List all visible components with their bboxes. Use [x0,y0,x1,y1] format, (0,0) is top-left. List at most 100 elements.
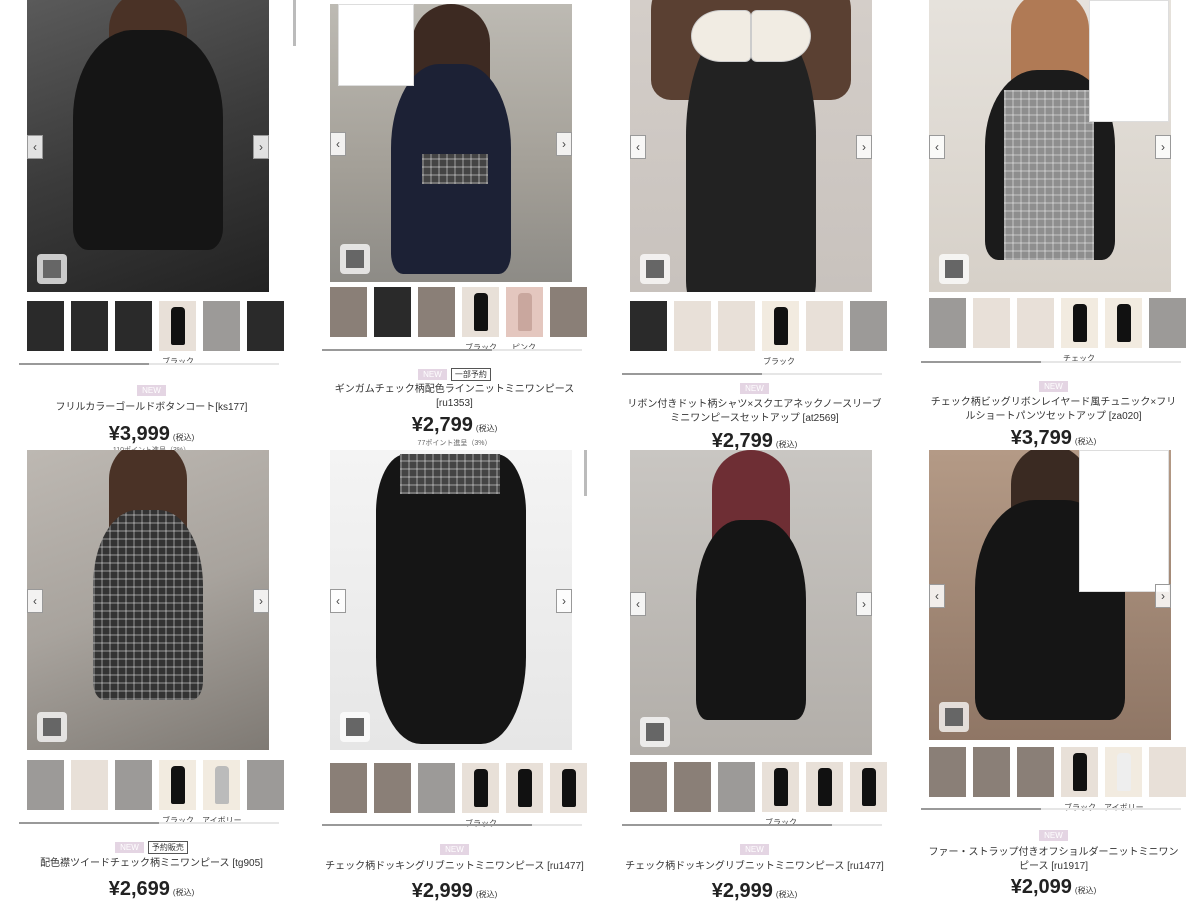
product-image[interactable]: ‹ › [330,450,572,750]
product-image[interactable]: ‹ › [630,0,872,292]
chevron-right-icon[interactable]: › [856,591,872,616]
thumbnail[interactable] [1061,747,1098,797]
thumbnail[interactable] [674,301,711,351]
product-name[interactable]: チェック柄ドッキングリブニットミニワンピース [ru1477] [322,860,587,874]
thumbnail-scrollbar[interactable] [322,349,582,351]
grid-icon[interactable] [640,254,670,284]
chevron-right-icon[interactable]: › [253,589,269,613]
thumbnail[interactable] [115,301,152,351]
grid-icon[interactable] [37,254,67,284]
product-image[interactable]: ‹ › [27,0,269,292]
thumbnail-strip[interactable]: チェック [921,298,1186,368]
thumbnail-strip[interactable]: ブラック アイボリー [921,747,1186,817]
thumbnail-strip[interactable]: ブラック ピンク [322,287,587,357]
thumbnail[interactable] [806,762,843,812]
product-image[interactable]: ‹ › [630,450,872,755]
thumbnail[interactable] [247,301,284,351]
chevron-left-icon[interactable]: ‹ [630,591,646,616]
chevron-right-icon[interactable]: › [556,132,572,156]
product-image[interactable]: ‹ › [27,450,269,750]
thumbnail[interactable] [718,301,755,351]
product-name[interactable]: ギンガムチェック柄配色ラインニットミニワンピース [ru1353] [332,383,577,411]
thumbnail[interactable] [973,298,1010,348]
thumbnail[interactable] [973,747,1010,797]
product-image[interactable]: ‹ › [929,450,1171,740]
product-card[interactable]: ‹ › ブラック NEW フリルカラーゴールドボタンコート[ks177] ¥3,… [19,0,296,454]
chevron-left-icon[interactable]: ‹ [330,132,346,156]
chevron-left-icon[interactable]: ‹ [929,584,945,608]
thumbnail[interactable] [850,301,887,351]
thumbnail[interactable] [115,760,152,810]
product-name[interactable]: ファー・ストラップ付きオフショルダーニットミニワンピース [ru1917] [926,846,1181,874]
thumbnail[interactable] [929,298,966,348]
thumbnail[interactable] [27,301,64,351]
thumbnail-scrollbar[interactable] [921,361,1181,363]
product-image[interactable]: ‹ › [929,0,1171,292]
thumbnail[interactable] [418,287,455,337]
thumbnail[interactable] [418,763,455,813]
scrollbar[interactable] [293,0,296,46]
thumbnail[interactable] [374,763,411,813]
product-name[interactable]: リボン付きドット柄シャツ×スクエアネックノースリーブミニワンピースセットアップ … [627,398,882,426]
grid-icon[interactable] [939,702,969,732]
thumbnail[interactable] [850,762,887,812]
thumbnail[interactable] [27,760,64,810]
thumbnail[interactable] [806,301,843,351]
product-name[interactable]: チェック柄ドッキングリブニットミニワンピース [ru1477] [622,860,887,874]
grid-icon[interactable] [640,717,670,747]
chevron-left-icon[interactable]: ‹ [330,589,346,613]
thumbnail[interactable] [330,763,367,813]
thumbnail[interactable] [330,287,367,337]
thumbnail-scrollbar[interactable] [19,363,279,365]
thumbnail[interactable] [1061,298,1098,348]
chevron-right-icon[interactable]: › [556,589,572,613]
scrollbar[interactable] [584,450,587,496]
product-name[interactable]: 配色襟ツイードチェック柄ミニワンピース [tg905] [19,857,284,871]
thumbnail[interactable] [374,287,411,337]
product-card[interactable]: ‹ › チェック NEW チェック柄ビッグリボンレイヤード風チュニック×フリルシ… [921,0,1186,450]
thumbnail[interactable] [718,762,755,812]
thumbnail[interactable] [159,301,196,351]
thumbnail[interactable] [506,763,543,813]
product-card[interactable]: ‹ › ブラック NEW チェック柄ドッキングリブニットミニワンピース [ru1… [622,450,887,902]
thumbnail[interactable] [762,762,799,812]
thumbnail[interactable] [247,760,284,810]
thumbnail-strip[interactable]: ブラック [622,762,887,832]
thumbnail[interactable] [462,763,499,813]
chevron-right-icon[interactable]: › [1155,584,1171,608]
thumbnail[interactable] [762,301,799,351]
grid-icon[interactable] [37,712,67,742]
thumbnail[interactable] [1149,298,1186,348]
product-card[interactable]: ‹ › ブラック ピンク NEW 一部予約 ギンガムチェック柄配色ラインニットミニ… [322,0,587,450]
grid-icon[interactable] [340,244,370,274]
thumbnail[interactable] [1105,298,1142,348]
thumbnail[interactable] [674,762,711,812]
thumbnail[interactable] [1017,298,1054,348]
product-card[interactable]: ‹ › ブラック アイボリー NEW 予約販売 配色襟ツイードチェック柄ミニワンピ… [19,450,284,901]
product-name[interactable]: フリルカラーゴールドボタンコート[ks177] [19,401,284,415]
thumbnail-scrollbar[interactable] [622,824,882,826]
thumbnail-strip[interactable]: ブラック [322,763,587,833]
thumbnail[interactable] [71,301,108,351]
chevron-right-icon[interactable]: › [1155,135,1171,159]
chevron-right-icon[interactable]: › [253,135,269,159]
thumbnail[interactable] [550,287,587,337]
chevron-left-icon[interactable]: ‹ [630,135,646,159]
product-name[interactable]: チェック柄ビッグリボンレイヤード風チュニック×フリルショートパンツセットアップ … [926,396,1181,424]
thumbnail[interactable] [159,760,196,810]
thumbnail[interactable] [1017,747,1054,797]
product-card[interactable]: ‹ › ブラック NEW チェック柄ドッキングリブニットミニワンピース [ru1… [322,450,587,902]
product-card[interactable]: ‹ › ブラック アイボリー NEW ファー・ストラップ付きオフショルダーニット… [921,450,1186,901]
thumbnail[interactable] [550,763,587,813]
thumbnail[interactable] [1105,747,1142,797]
thumbnail-scrollbar[interactable] [322,824,582,826]
product-image[interactable]: ‹ › [330,4,572,282]
thumbnail[interactable] [506,287,543,337]
thumbnail[interactable] [630,301,667,351]
thumbnail[interactable] [929,747,966,797]
thumbnail[interactable] [203,301,240,351]
chevron-left-icon[interactable]: ‹ [929,135,945,159]
thumbnail[interactable] [71,760,108,810]
grid-icon[interactable] [939,254,969,284]
thumbnail[interactable] [462,287,499,337]
